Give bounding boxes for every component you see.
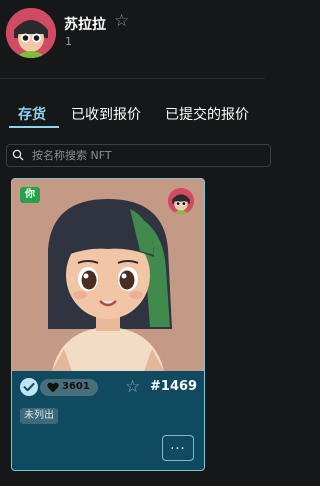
avatar-image (6, 8, 56, 58)
owner-avatar-image (168, 188, 194, 214)
likes-count: 3601 (62, 381, 90, 392)
favorite-star-icon[interactable]: ☆ (125, 377, 140, 397)
profile-username: 苏拉拉 (64, 17, 106, 33)
nft-number: #1469 (150, 379, 198, 394)
owner-avatar[interactable] (168, 188, 194, 214)
more-options-button[interactable]: ... (162, 435, 194, 461)
favorite-star-icon[interactable]: ☆ (114, 11, 129, 31)
search-box[interactable] (6, 144, 271, 167)
active-tab-indicator (9, 126, 59, 128)
heart-icon (47, 382, 59, 393)
owner-you-badge: 你 (20, 187, 40, 203)
search-icon (12, 149, 24, 161)
tab-inventory[interactable]: 存货 (18, 104, 46, 124)
profile-count: 1 (65, 35, 72, 48)
search-input[interactable] (32, 147, 252, 164)
nft-card[interactable]: 你 3601 ☆ #1469 未列出 ... (11, 178, 205, 471)
nft-image: 你 (12, 179, 204, 371)
tab-submitted-offers[interactable]: 已提交的报价 (165, 104, 249, 124)
likes-badge[interactable]: 3601 (40, 379, 98, 396)
verified-check-icon (20, 378, 38, 396)
tab-received-offers[interactable]: 已收到报价 (71, 104, 141, 124)
listing-status-badge: 未列出 (20, 408, 58, 424)
profile-avatar[interactable] (6, 8, 56, 58)
header-divider (0, 78, 265, 79)
